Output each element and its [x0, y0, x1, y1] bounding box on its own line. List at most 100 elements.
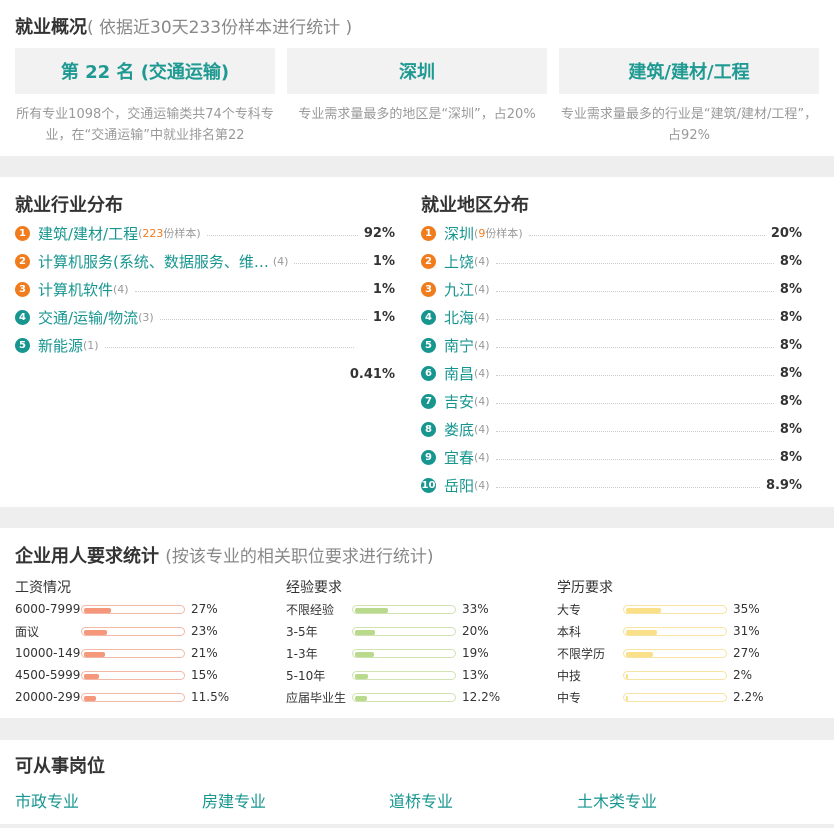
salary-bar-fill [84, 673, 99, 679]
industry-row[interactable]: 5 新能源 (1) [15, 334, 360, 356]
sample-count: (4) [474, 450, 490, 464]
region-row[interactable]: 10 岳阳 (4) 8.9% [421, 474, 802, 496]
region-row[interactable]: 2 上饶 (4) 8% [421, 250, 802, 272]
salary-label: 6000-7999 [15, 602, 81, 616]
job-link[interactable]: 土木类专业 [577, 788, 657, 812]
region-name[interactable]: 吉安 [444, 391, 474, 412]
experience-row: 1-3年 19% [286, 645, 489, 661]
industry-pct: 1% [372, 309, 395, 325]
experience-bar-fill [355, 607, 388, 613]
region-row[interactable]: 9 宜春 (4) 8% [421, 446, 802, 468]
industry-name[interactable]: 计算机服务(系统、数据服务、维… [38, 251, 269, 272]
region-name[interactable]: 南宁 [444, 335, 474, 356]
experience-row: 应届毕业生 12.2% [286, 689, 500, 705]
industry-name[interactable]: 建筑/建材/工程 [38, 223, 138, 244]
region-name[interactable]: 深圳 [444, 223, 474, 244]
industry-name[interactable]: 新能源 [38, 335, 83, 356]
rank-badge: 5 [15, 337, 30, 353]
experience-bar-fill [355, 695, 367, 701]
region-name[interactable]: 南昌 [444, 363, 474, 384]
experience-row: 3-5年 20% [286, 623, 489, 639]
salary-row: 面议 23% [15, 623, 218, 639]
education-row: 中技 2% [557, 667, 752, 683]
region-name[interactable]: 上饶 [444, 251, 474, 272]
region-row[interactable]: 5 南宁 (4) 8% [421, 334, 802, 356]
requirements-subtitle: (按该专业的相关职位要求进行统计) [165, 547, 434, 567]
region-row[interactable]: 8 娄底 (4) 8% [421, 418, 802, 440]
education-pct: 35% [733, 602, 760, 616]
region-row[interactable]: 1 深圳 (9份样本) 20% [421, 222, 802, 244]
experience-bar-fill [355, 651, 374, 657]
experience-bar [352, 670, 456, 680]
dotted-leader [495, 486, 760, 488]
education-bar [623, 604, 727, 614]
overview-card: 就业概况( 依据近30天233份样本进行统计 ) 第 22 名 (交通运输) 深… [0, 0, 834, 156]
job-link[interactable]: 房建专业 [202, 788, 266, 812]
region-name[interactable]: 娄底 [444, 419, 474, 440]
region-pct: 8% [779, 365, 802, 381]
dotted-leader [134, 290, 367, 292]
dotted-leader [528, 234, 765, 236]
experience-bar [352, 604, 456, 614]
region-title: 就业地区分布 [421, 195, 529, 216]
salary-bar [81, 670, 185, 680]
experience-label: 应届毕业生 [286, 690, 347, 705]
salary-row: 6000-7999 27% [15, 601, 218, 617]
rank-badge: 4 [15, 309, 30, 325]
industry-pct: 92% [363, 225, 395, 241]
job-link[interactable]: 道桥专业 [389, 788, 453, 812]
region-name[interactable]: 岳阳 [444, 475, 474, 496]
dotted-leader [495, 458, 774, 460]
dotted-leader [206, 234, 358, 236]
job-link[interactable]: 市政专业 [15, 788, 79, 812]
region-row[interactable]: 3 九江 (4) 8% [421, 278, 802, 300]
sample-count: (4) [474, 254, 490, 268]
region-name[interactable]: 宜春 [444, 447, 474, 468]
requirements-heading: 企业用人要求统计 (按该专业的相关职位要求进行统计) [15, 542, 434, 568]
top-region-box: 深圳 [287, 48, 547, 94]
sample-count: (4) [113, 282, 129, 296]
salary-row: 4500-5999 15% [15, 667, 218, 683]
sample-count: (4) [272, 254, 289, 268]
salary-bar-fill [84, 607, 111, 613]
industry-row[interactable]: 3 计算机软件 (4) 1% [15, 278, 395, 300]
industry-row[interactable]: 4 交通/运输/物流 (3) 1% [15, 306, 395, 328]
region-name[interactable]: 北海 [444, 307, 474, 328]
sample-count: (4) [474, 366, 490, 380]
region-row[interactable]: 6 南昌 (4) 8% [421, 362, 802, 384]
salary-label: 4500-5999 [15, 668, 81, 682]
sample-count: (223份样本) [138, 227, 201, 240]
salary-pct: 11.5% [191, 690, 230, 704]
industry-extra-pct: 0.41% [349, 367, 395, 382]
industry-pct: 1% [372, 253, 395, 269]
salary-bar-fill [84, 695, 96, 701]
rank-badge: 3 [421, 281, 436, 297]
industry-name[interactable]: 计算机软件 [38, 279, 113, 300]
industry-name[interactable]: 交通/运输/物流 [38, 307, 138, 328]
experience-bar-fill [355, 629, 375, 635]
salary-bar [81, 604, 185, 614]
region-row[interactable]: 7 吉安 (4) 8% [421, 390, 802, 412]
education-label: 中专 [557, 690, 582, 705]
experience-label: 5-10年 [286, 668, 326, 683]
sample-count: (4) [474, 394, 490, 408]
industry-row[interactable]: 2 计算机服务(系统、数据服务、维… (4) 1% [15, 250, 395, 272]
experience-bar-fill [355, 673, 368, 679]
experience-title: 经验要求 [286, 580, 342, 596]
sample-count: (4) [474, 282, 490, 296]
education-bar [623, 670, 727, 680]
top-industry-description: 专业需求量最多的行业是“建筑/建材/工程”，占92% [560, 107, 818, 143]
industry-row[interactable]: 1 建筑/建材/工程 (223份样本) 92% [15, 222, 395, 244]
experience-pct: 33% [462, 602, 489, 616]
top-region-description: 专业需求量最多的地区是“深圳”，占20% [298, 107, 536, 122]
salary-row: 10000-1499 21% [15, 645, 218, 661]
rank-badge: 4 [421, 309, 436, 325]
region-pct: 8% [779, 449, 802, 465]
region-name[interactable]: 九江 [444, 279, 474, 300]
education-pct: 31% [733, 624, 760, 638]
rank-badge: 3 [15, 281, 30, 297]
education-bar [623, 626, 727, 636]
salary-title: 工资情况 [15, 580, 71, 596]
salary-pct: 27% [191, 602, 218, 616]
region-row[interactable]: 4 北海 (4) 8% [421, 306, 802, 328]
